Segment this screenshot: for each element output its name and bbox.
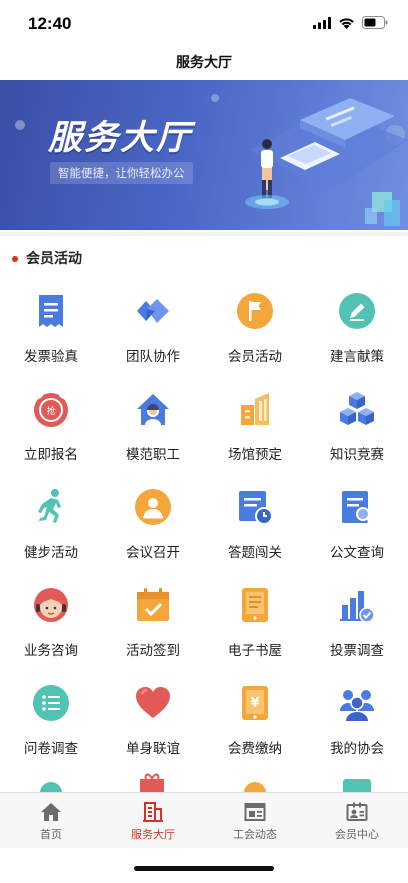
page-title: 服务大厅 <box>176 55 232 71</box>
grid-item-label: 会费缴纳 <box>228 741 282 757</box>
section-title: 会员活动 <box>26 251 82 267</box>
grid-item-label: 公文查询 <box>330 545 384 561</box>
grid-item-document-search[interactable]: 公文查询 <box>306 479 408 577</box>
tab-member-center[interactable]: 会员中心 <box>306 793 408 849</box>
headset-girl-icon <box>34 588 68 622</box>
grid-item-vote-survey[interactable]: 投票调查 <box>306 577 408 675</box>
invoice-icon <box>39 295 63 327</box>
partial-row-icons <box>40 773 371 793</box>
grid-item-label: 业务咨询 <box>24 643 78 659</box>
tab-label: 首页 <box>40 828 62 841</box>
grid-item-label: 我的协会 <box>330 741 384 757</box>
association-icon <box>340 690 374 721</box>
tab-home[interactable]: 首页 <box>0 793 102 849</box>
nav-bar: 服务大厅 <box>0 46 408 80</box>
grid-item-label: 模范职工 <box>126 447 180 463</box>
wifi-icon <box>339 17 354 29</box>
tab-label: 工会动态 <box>233 828 277 841</box>
grid-item-questionnaire[interactable]: 问卷调查 <box>0 675 102 773</box>
grid-item-label: 发票验真 <box>24 349 78 365</box>
grid-item-label: 投票调查 <box>330 643 384 659</box>
grid-item-meeting[interactable]: 会议召开 <box>102 479 204 577</box>
grid-item-knowledge-contest[interactable]: 知识竞赛 <box>306 381 408 479</box>
heart-icon <box>136 687 170 718</box>
yen-glyph: ¥ <box>250 696 259 711</box>
grid-item-member-activity[interactable]: 会员活动 <box>204 283 306 381</box>
banner[interactable]: 服务大厅 智能便捷，让你轻松办公 <box>0 80 408 230</box>
runner-icon <box>38 489 61 523</box>
member-card-icon <box>346 802 368 821</box>
calendar-check-icon <box>137 588 169 621</box>
alarm-clock-icon: 抢 <box>34 393 68 427</box>
grid-item-suggestions[interactable]: 建言献策 <box>306 283 408 381</box>
grid-item-label: 问卷调查 <box>24 741 78 757</box>
banner-title: 服务大厅 <box>48 119 192 157</box>
section-dot <box>12 256 18 262</box>
grid-item-invoice-verify[interactable]: 发票验真 <box>0 283 102 381</box>
grid-item-label: 团队协作 <box>126 349 180 365</box>
grid-item-label: 活动签到 <box>126 643 180 659</box>
grid-item-dues-payment[interactable]: ¥ 会费缴纳 <box>204 675 306 773</box>
pencil-icon <box>339 293 375 329</box>
grid-item-label: 建言献策 <box>330 349 384 365</box>
team-icon <box>137 299 169 323</box>
grid-item-label: 场馆预定 <box>228 447 282 463</box>
grid-item-ebook-house[interactable]: 电子书屋 <box>204 577 306 675</box>
grid-item-model-worker[interactable]: 模范职工 <box>102 381 204 479</box>
grid-item-label: 会员活动 <box>228 349 282 365</box>
grid-item-label: 知识竞赛 <box>330 447 384 463</box>
quiz-clock-icon <box>239 491 273 525</box>
home-icon <box>41 803 61 821</box>
vote-chart-icon <box>340 591 375 623</box>
grid-item-activity-checkin[interactable]: 活动签到 <box>102 577 204 675</box>
grid-item-team-collab[interactable]: 团队协作 <box>102 283 204 381</box>
battery-icon <box>362 16 388 29</box>
section-header: 会员活动 <box>0 232 408 276</box>
grid-item-venue-booking[interactable]: 场馆预定 <box>204 381 306 479</box>
document-search-icon <box>342 491 373 524</box>
register-glyph: 抢 <box>46 405 55 417</box>
meeting-icon <box>135 489 171 525</box>
grid-item-walking-activity[interactable]: 健步活动 <box>0 479 102 577</box>
grid-item-register-now[interactable]: 抢 立即报名 <box>0 381 102 479</box>
grid-item-label: 健步活动 <box>24 545 78 561</box>
grid-item-quiz-challenge[interactable]: 答题闯关 <box>204 479 306 577</box>
tab-union-news[interactable]: 工会动态 <box>204 793 306 849</box>
grid-item-label: 答题闯关 <box>228 545 282 561</box>
hall-building-icon <box>143 802 163 822</box>
home-indicator[interactable] <box>134 866 274 871</box>
news-icon <box>244 803 266 821</box>
grid-item-label: 会议召开 <box>126 545 180 561</box>
grid-item-business-consult[interactable]: 业务咨询 <box>0 577 102 675</box>
checklist-icon <box>33 685 69 721</box>
tab-label: 会员中心 <box>335 828 379 841</box>
cubes-icon <box>340 392 374 425</box>
grid-item-my-association[interactable]: 我的协会 <box>306 675 408 773</box>
status-time: 12:40 <box>28 14 72 33</box>
status-bar: 12:40 <box>0 0 408 46</box>
building-icon <box>241 393 269 425</box>
grid-item-label: 立即报名 <box>24 447 78 463</box>
tab-label: 服务大厅 <box>131 828 175 841</box>
tab-bar: 首页 服务大厅 工会动态 会员中心 <box>0 792 408 848</box>
status-icons <box>313 16 388 29</box>
flag-icon <box>237 293 273 329</box>
grid-item-label: 单身联谊 <box>126 741 180 757</box>
tab-service-hall[interactable]: 服务大厅 <box>102 793 204 849</box>
grid-item-singles-social[interactable]: 单身联谊 <box>102 675 204 773</box>
grid-item-label: 电子书屋 <box>228 643 282 659</box>
banner-subtitle: 智能便捷，让你轻松办公 <box>50 162 193 184</box>
yen-tablet-icon: ¥ <box>242 686 268 720</box>
signal-icon <box>313 16 331 29</box>
worker-house-icon <box>137 394 169 425</box>
ebook-icon <box>242 588 268 622</box>
